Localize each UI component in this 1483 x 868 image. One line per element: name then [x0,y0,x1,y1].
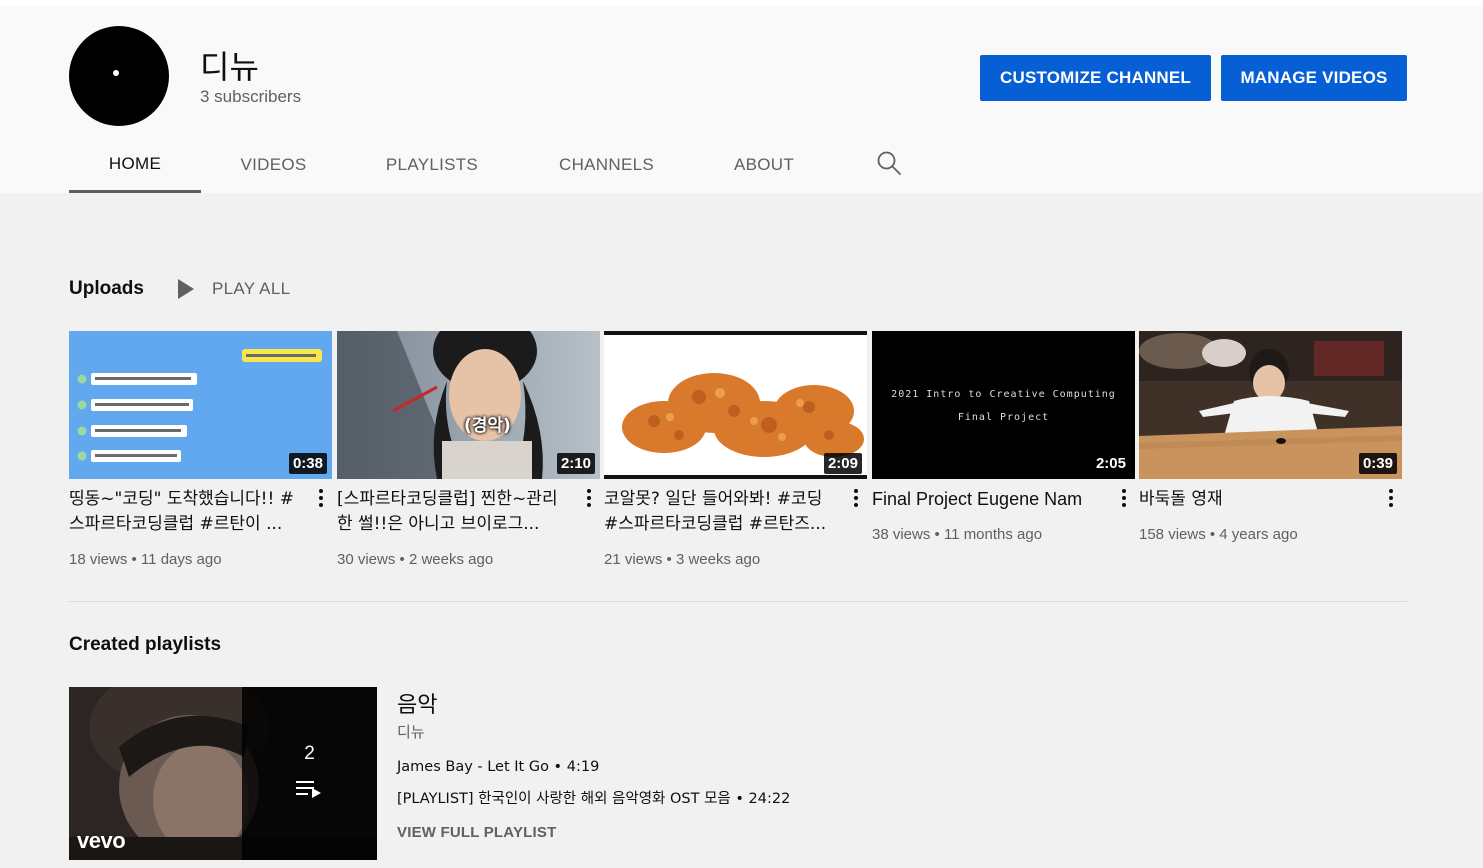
video-views: 158 views [1139,526,1206,543]
video-thumbnail[interactable]: (경악) 2:10 [337,331,600,479]
video-thumbnail[interactable]: 0:38 [69,331,332,479]
video-age: 3 weeks ago [675,551,761,568]
video-age: 2 weeks ago [408,551,494,568]
track-length: 24:22 [748,791,791,807]
playlist-title[interactable]: 음악 [397,687,437,719]
tab-videos[interactable]: VIDEOS [221,137,326,193]
subscriber-count: 3 subscribers [200,87,302,106]
more-options-icon[interactable] [1121,489,1127,509]
track-title: [PLAYLIST] 한국인이 사랑한 해외 음악영화 OST 모음 [397,791,731,807]
manage-videos-button[interactable]: MANAGE VIDEOS [1221,55,1407,101]
playlists-title: Created playlists [69,634,222,655]
video-thumbnail[interactable]: 0:39 [1139,331,1402,479]
track-title: James Bay - Let It Go [397,759,549,775]
more-options-icon[interactable] [853,489,859,509]
more-options-icon[interactable] [318,489,324,509]
video-duration: 0:38 [288,453,327,474]
video-card[interactable]: (경악) 2:10 [스파르타코딩클럽] 찐한~관리한 썰!!은 아니고 브이로… [337,331,600,568]
video-views: 30 views [337,551,396,568]
video-card[interactable]: 0:38 띵동~"코딩" 도착했습니다!! # 스파르타코딩클럽 #르탄이 ..… [69,331,332,568]
video-card[interactable]: 2:09 코알못? 일단 들어와봐! #코딩 #스파르타코딩클럽 #르탄즈...… [604,331,867,568]
customize-channel-button[interactable]: CUSTOMIZE CHANNEL [980,55,1211,101]
video-duration: 2:05 [1095,455,1126,472]
thumbnail-text-line1: 2021 Intro to Creative Computing [891,389,1116,400]
playlist-video-count: 2 [304,742,315,764]
thumbnail-caption: (경악) [464,416,511,436]
tab-about[interactable]: ABOUT [719,137,809,193]
video-title[interactable]: [스파르타코딩클럽] 찐한~관리한 썰!!은 아니고 브이로그... [337,487,569,537]
search-icon[interactable] [876,150,902,176]
avatar-dot [113,70,119,76]
video-views: 38 views [872,526,931,543]
video-age: 11 months ago [943,526,1043,543]
playlist-count-overlay: 2 [242,687,377,860]
tab-home[interactable]: HOME [69,137,201,193]
channel-name: 디뉴 [200,48,259,86]
vevo-logo: vevo [77,828,126,853]
play-all-label: PLAY ALL [212,279,291,298]
tab-playlists[interactable]: PLAYLISTS [371,137,493,193]
video-duration: 2:10 [556,453,595,474]
playlist-owner[interactable]: 디뉴 [397,721,425,742]
video-views: 21 views [604,551,663,568]
tab-channels[interactable]: CHANNELS [544,137,669,193]
video-title[interactable]: 코알못? 일단 들어와봐! #코딩 #스파르타코딩클럽 #르탄즈... [604,487,836,537]
play-icon [178,279,194,299]
video-card[interactable]: 2021 Intro to Creative Computing Final P… [872,331,1135,543]
thumbnail-text-line2: Final Project [957,412,1050,423]
playlist-track[interactable]: [PLAYLIST] 한국인이 사랑한 해외 음악영화 OST 모음 • 24:… [397,787,790,808]
more-options-icon[interactable] [1388,489,1394,509]
track-length: 4:19 [566,759,600,775]
playlist-track[interactable]: James Bay - Let It Go • 4:19 [397,759,599,775]
playlist-play-icon [295,780,321,798]
video-duration: 0:39 [1358,453,1397,474]
uploads-title: Uploads [69,278,144,299]
video-views: 18 views [69,551,128,568]
video-meta: 21 views • 3 weeks ago [604,551,761,568]
video-age: 11 days ago [140,551,222,568]
video-meta: 18 views • 11 days ago [69,551,222,568]
video-meta: 30 views • 2 weeks ago [337,551,494,568]
video-meta: 158 views • 4 years ago [1139,526,1298,543]
more-options-icon[interactable] [586,489,592,509]
video-meta: 38 views • 11 months ago [872,526,1043,543]
video-thumbnail[interactable]: 2:09 [604,331,867,479]
playlist-thumbnail[interactable]: vevo 2 [69,687,377,860]
video-title[interactable]: 띵동~"코딩" 도착했습니다!! # 스파르타코딩클럽 #르탄이 ... [69,487,301,537]
channel-avatar[interactable] [69,26,169,126]
view-full-playlist-link[interactable]: VIEW FULL PLAYLIST [397,824,556,841]
section-divider [69,601,1407,602]
video-thumbnail[interactable]: 2021 Intro to Creative Computing Final P… [872,331,1135,479]
video-title[interactable]: Final Project Eugene Nam [872,487,1104,512]
play-all-button[interactable]: PLAY ALL [178,279,290,299]
video-title[interactable]: 바둑돌 영재 [1139,487,1371,512]
video-age: 4 years ago [1219,526,1298,543]
video-card[interactable]: 0:39 바둑돌 영재 158 views • 4 years ago [1139,331,1402,543]
video-duration: 2:09 [823,453,862,474]
